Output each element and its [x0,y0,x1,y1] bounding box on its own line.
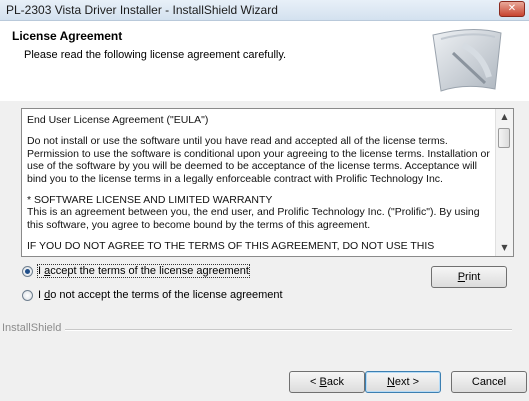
back-button[interactable]: < Back [289,371,365,393]
license-paragraph: Do not install or use the software until… [27,135,490,185]
next-button[interactable]: Next > [365,371,441,393]
decline-option[interactable]: I do not accept the terms of the license… [22,287,283,303]
decline-radio[interactable] [22,289,33,301]
footer-divider [2,329,512,331]
license-paragraph: End User License Agreement ("EULA") [27,114,209,126]
scroll-down-icon[interactable]: ▼ [496,240,513,256]
accept-option[interactable]: I accept the terms of the license agreem… [22,263,250,279]
installshield-banner-art [432,28,502,92]
close-icon[interactable]: ✕ [499,1,525,17]
vertical-scrollbar[interactable]: ▲ ▼ [495,109,513,256]
decline-label[interactable]: I do not accept the terms of the license… [38,289,283,301]
installshield-label: InstallShield [2,322,66,334]
installer-window: PL-2303 Vista Driver Installer - Install… [0,0,529,401]
license-text-box[interactable]: End User License Agreement ("EULA") Do n… [21,108,514,257]
wizard-header: License Agreement Please read the follow… [0,21,529,101]
accept-radio[interactable] [22,265,33,277]
title-bar[interactable]: PL-2303 Vista Driver Installer - Install… [0,0,529,21]
license-text: End User License Agreement ("EULA") Do n… [27,114,497,256]
license-paragraph: IF YOU DO NOT AGREE TO THE TERMS OF THIS… [27,240,435,253]
page-title: License Agreement [12,29,123,43]
window-title: PL-2303 Vista Driver Installer - Install… [6,3,278,17]
license-paragraph: * SOFTWARE LICENSE AND LIMITED WARRANTY … [27,194,480,231]
print-button[interactable]: Print [431,266,507,288]
header-divider [0,100,529,101]
accept-label[interactable]: I accept the terms of the license agreem… [37,264,250,278]
page-subtitle: Please read the following license agreem… [24,49,287,61]
scroll-up-icon[interactable]: ▲ [496,109,513,125]
scroll-thumb[interactable] [498,128,510,148]
cancel-button[interactable]: Cancel [451,371,527,393]
